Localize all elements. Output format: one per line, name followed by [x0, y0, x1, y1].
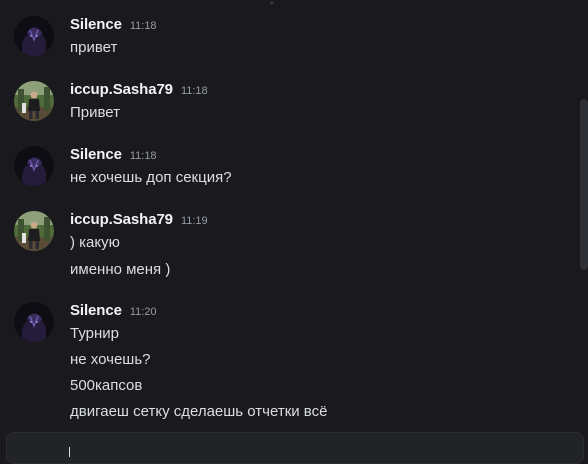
message-text: именно меня ) — [70, 261, 171, 278]
avatar[interactable] — [14, 302, 54, 342]
message-text: Турнир — [70, 325, 119, 342]
message-header: iccup.Sasha79 11:18 — [70, 81, 208, 101]
avatar[interactable] — [14, 81, 54, 121]
username[interactable]: Silence — [70, 146, 122, 163]
chat-message-list: ⌄ Silence 11:18 привет iccup.Sasha79 11:… — [0, 0, 588, 450]
dark-purple-character-avatar-icon — [14, 146, 54, 186]
username[interactable]: Silence — [70, 302, 122, 319]
message-text: ) какую — [70, 234, 120, 251]
message-text: двигаеш сетку сделаешь отчетки всё — [70, 403, 328, 420]
timestamp[interactable]: 11:18 — [181, 85, 208, 97]
message-header: Silence 11:20 — [70, 302, 157, 322]
message-input[interactable] — [6, 432, 584, 464]
scroll-indicator-icon: ⌄ — [268, 0, 276, 6]
username[interactable]: iccup.Sasha79 — [70, 211, 173, 228]
message-header: iccup.Sasha79 11:19 — [70, 211, 208, 231]
message-text: не хочешь доп секция? — [70, 169, 232, 186]
avatar[interactable] — [14, 16, 54, 56]
outdoor-photo-avatar-icon — [14, 81, 54, 121]
timestamp[interactable]: 11:19 — [181, 215, 208, 227]
message-header: Silence 11:18 — [70, 146, 157, 166]
message-text: 500капсов — [70, 377, 143, 394]
timestamp[interactable]: 11:18 — [130, 150, 157, 162]
text-caret — [69, 447, 70, 457]
timestamp[interactable]: 11:18 — [130, 20, 157, 32]
message-text: привет — [70, 39, 118, 56]
username[interactable]: Silence — [70, 16, 122, 33]
message-text: не хочешь? — [70, 351, 151, 368]
timestamp[interactable]: 11:20 — [130, 306, 157, 318]
dark-purple-character-avatar-icon — [14, 16, 54, 56]
message-text: Привет — [70, 104, 121, 121]
dark-purple-character-avatar-icon — [14, 302, 54, 342]
outdoor-photo-avatar-icon — [14, 211, 54, 251]
scrollbar-track[interactable] — [580, 0, 588, 430]
avatar[interactable] — [14, 146, 54, 186]
message-header: Silence 11:18 — [70, 16, 157, 36]
username[interactable]: iccup.Sasha79 — [70, 81, 173, 98]
scrollbar-thumb[interactable] — [580, 99, 588, 270]
avatar[interactable] — [14, 211, 54, 251]
